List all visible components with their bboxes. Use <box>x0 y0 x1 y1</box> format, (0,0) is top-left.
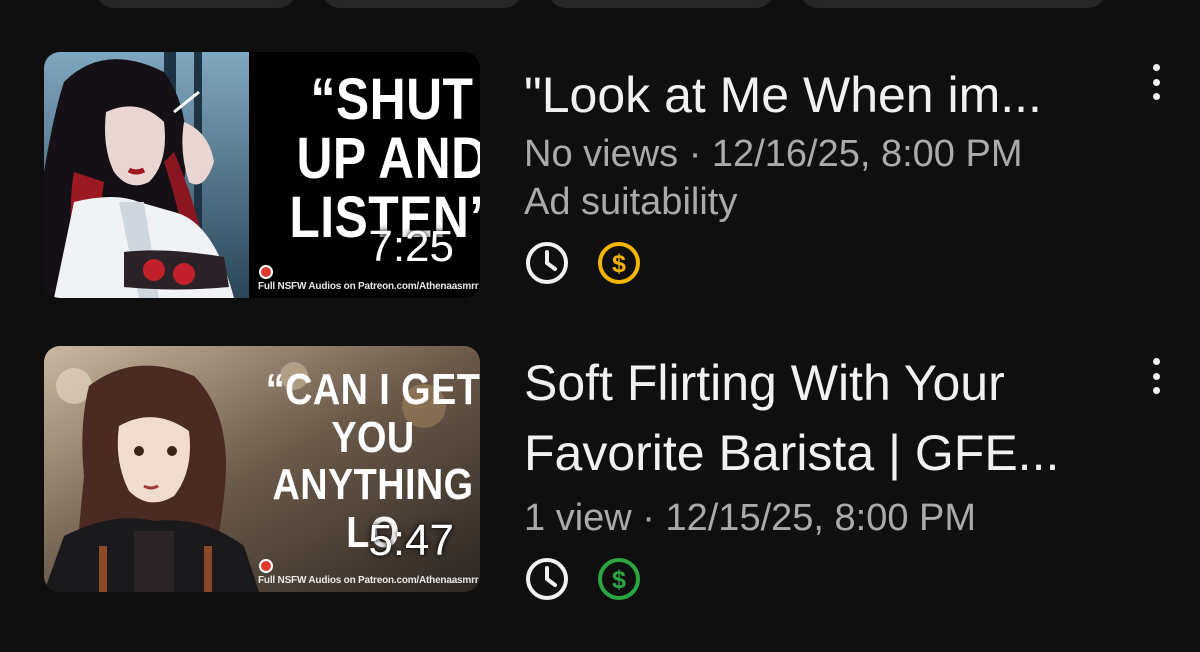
clock-icon[interactable] <box>524 240 570 286</box>
dollar-icon[interactable]: $ <box>596 556 642 602</box>
video-info: "Look at Me When im... No views · 12/16/… <box>524 60 1124 286</box>
video-list-item[interactable]: “SHUT UP AND LISTEN” Full NSFW Audios on… <box>0 52 1200 302</box>
video-thumbnail[interactable]: “CAN I GET YOU ANYTHING LO Full NSFW Aud… <box>44 346 480 592</box>
more-vert-icon[interactable] <box>1148 62 1164 102</box>
thumbnail-caption: “SHUT UP AND LISTEN” <box>289 67 480 251</box>
dollar-icon[interactable]: $ <box>596 240 642 286</box>
patreon-icon <box>259 265 273 279</box>
filter-chip-4[interactable] <box>800 0 1106 8</box>
filter-chip-3[interactable] <box>548 0 774 8</box>
video-meta: No views · 12/16/25, 8:00 PM <box>524 133 1023 175</box>
video-thumbnail[interactable]: “SHUT UP AND LISTEN” Full NSFW Audios on… <box>44 52 480 298</box>
ad-suitability-label[interactable]: Ad suitability <box>524 178 1124 226</box>
patreon-icon <box>259 559 273 573</box>
thumbnail-footer: Full NSFW Audios on Patreon.com/Athenaas… <box>258 281 479 292</box>
video-meta: 1 view · 12/15/25, 8:00 PM <box>524 497 977 539</box>
clock-icon[interactable] <box>524 556 570 602</box>
video-title[interactable]: "Look at Me When im... <box>524 60 1124 130</box>
filter-chip-2[interactable] <box>322 0 522 8</box>
thumbnail-footer: Full NSFW Audios on Patreon.com/Athenaas… <box>258 575 479 586</box>
video-duration: 5:47 <box>368 516 454 565</box>
status-icons: $ <box>524 240 1124 286</box>
video-info: Soft Flirting With Your Favorite Barista… <box>524 348 1124 602</box>
svg-text:$: $ <box>612 566 626 594</box>
svg-text:$: $ <box>612 250 626 278</box>
video-title-line-1[interactable]: Soft Flirting With Your <box>524 348 1124 418</box>
more-vert-icon[interactable] <box>1148 356 1164 396</box>
video-title-line-2[interactable]: Favorite Barista | GFE... <box>524 418 1124 488</box>
filter-chip-1[interactable] <box>96 0 296 8</box>
video-list-item[interactable]: “CAN I GET YOU ANYTHING LO Full NSFW Aud… <box>0 346 1200 606</box>
video-duration: 7:25 <box>368 222 454 271</box>
status-icons: $ <box>524 556 1124 602</box>
